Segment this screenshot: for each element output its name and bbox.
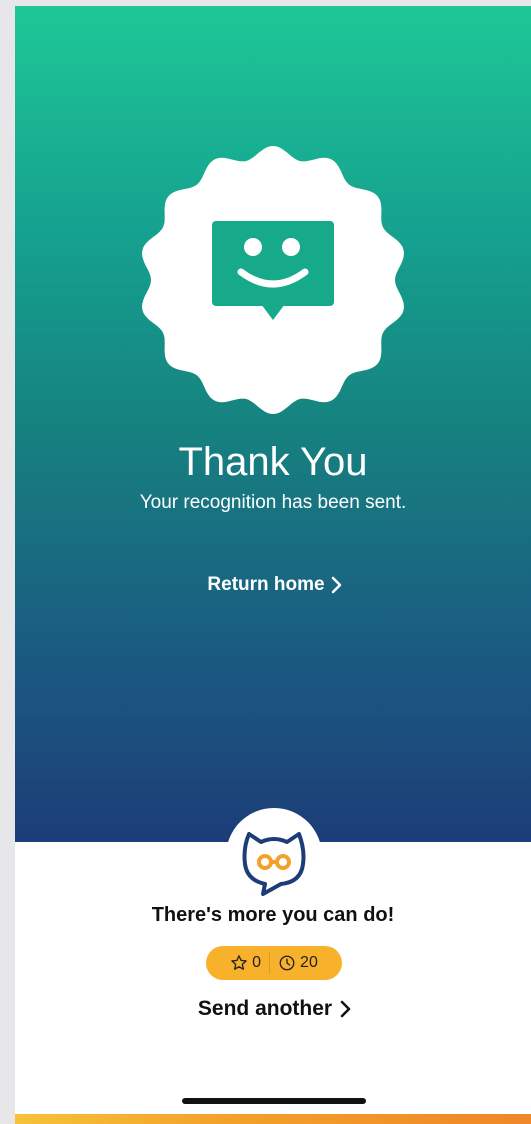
smiley-message-icon xyxy=(142,146,404,414)
send-another-label: Send another xyxy=(197,997,333,1020)
chevron-right-icon xyxy=(340,1000,351,1018)
send-another-link[interactable]: Send another xyxy=(175,992,375,1026)
chevron-right-icon xyxy=(331,576,341,594)
stars-count: 0 xyxy=(252,954,262,971)
return-home-label: Return home xyxy=(207,574,325,595)
timer-count: 20 xyxy=(300,954,318,971)
owl-logo-icon xyxy=(242,832,306,896)
points-pill: 0 20 xyxy=(206,946,342,980)
thank-you-title: Thank You xyxy=(178,440,368,484)
return-home-link[interactable]: Return home xyxy=(195,568,355,602)
star-icon xyxy=(231,955,247,970)
more-heading: There's more you can do! xyxy=(151,904,395,926)
clock-icon xyxy=(279,955,295,971)
stars-segment: 0 xyxy=(222,954,269,972)
app-screen: Thank You Your recognition has been sent… xyxy=(15,6,531,1124)
bottom-accent-bar xyxy=(15,1114,531,1124)
home-indicator[interactable] xyxy=(182,1098,366,1104)
hero-section: Thank You Your recognition has been sent… xyxy=(15,6,531,842)
timer-segment: 20 xyxy=(270,954,326,972)
confirmation-message: Your recognition has been sent. xyxy=(139,492,407,513)
